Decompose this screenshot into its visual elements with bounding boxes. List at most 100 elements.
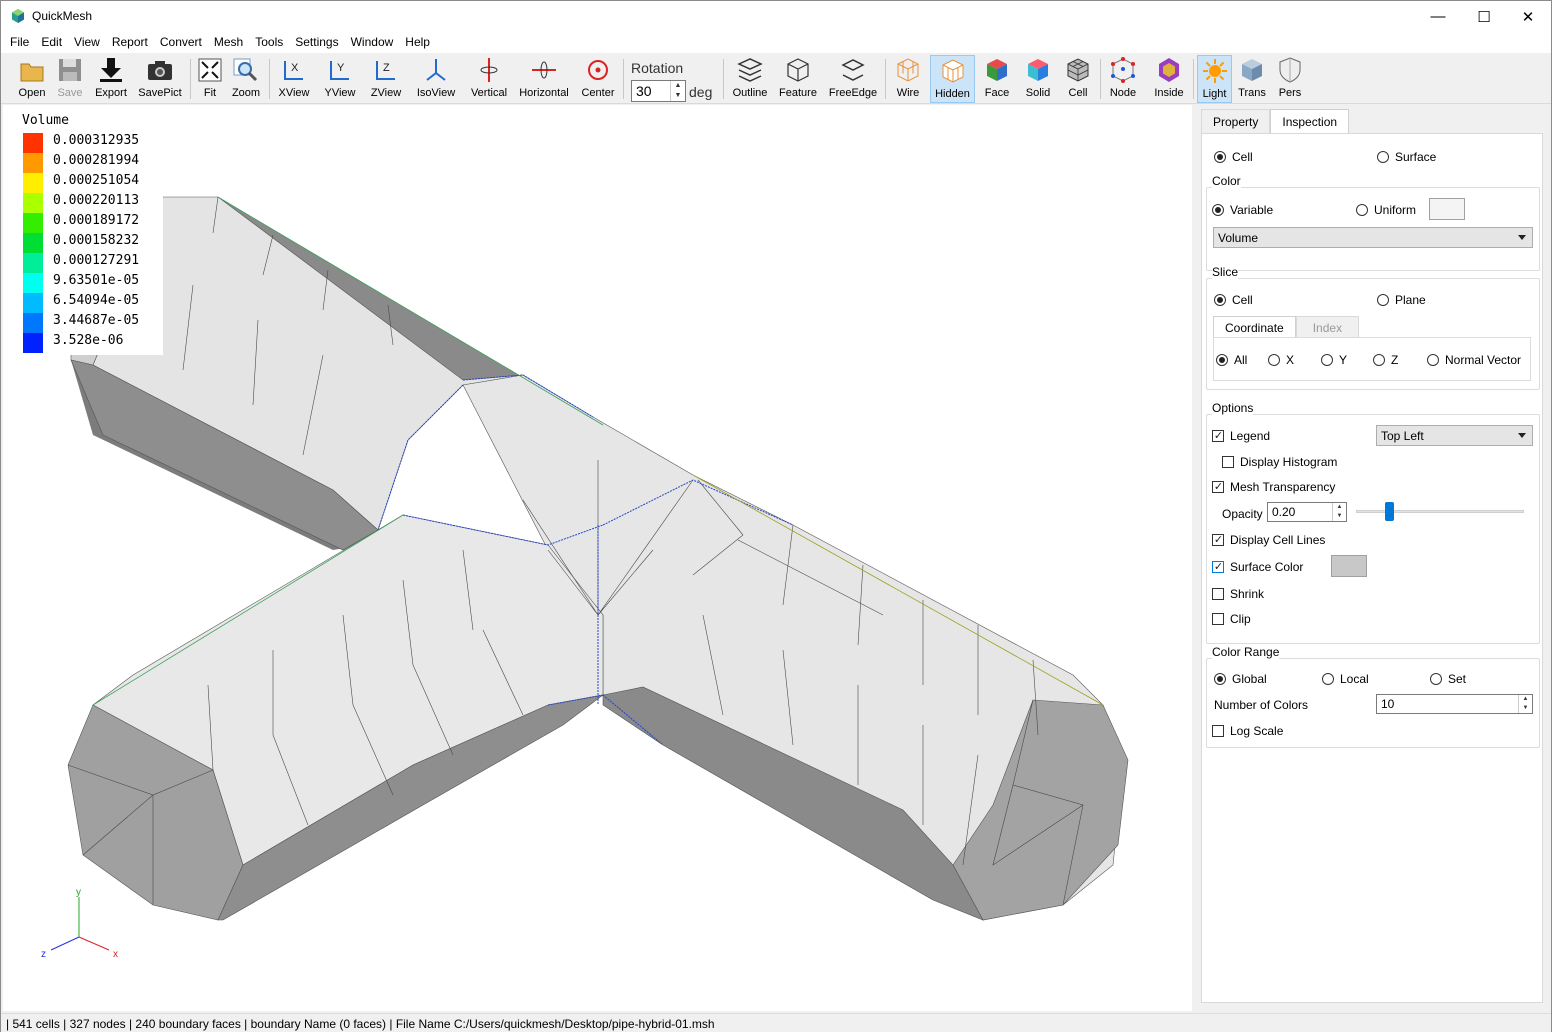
zoom-button[interactable]: Zoom [230,55,262,103]
zview-button[interactable]: Z ZView [368,55,404,103]
tab-coordinate[interactable]: Coordinate [1213,316,1296,338]
yview-button[interactable]: Y YView [322,55,358,103]
wire-button[interactable]: Wire [891,55,925,103]
color-uniform-radio[interactable]: Uniform [1356,203,1416,217]
tab-property[interactable]: Property [1201,109,1271,133]
legend-swatch [23,153,43,173]
variable-select[interactable]: Volume [1213,227,1533,248]
slice-plane-radio[interactable]: Plane [1377,293,1426,307]
menu-report[interactable]: Report [106,32,154,53]
menu-file[interactable]: File [4,32,35,53]
face-button[interactable]: Face [980,55,1014,103]
inside-hex-icon [1159,58,1179,82]
range-local-radio[interactable]: Local [1322,672,1369,686]
slice-cell-radio[interactable]: Cell [1214,293,1253,307]
range-global-radio[interactable]: Global [1214,672,1267,686]
uniform-color-swatch[interactable] [1429,198,1465,220]
mesh-viewport[interactable]: Volume 0.000312935 0.000281994 0.000251054… [3,105,1192,1011]
shrink-checkbox[interactable]: Shrink [1212,587,1264,601]
trans-button[interactable]: Trans [1235,55,1269,103]
hidden-button[interactable]: Hidden [930,55,975,103]
legend-swatch [23,133,43,153]
tab-index[interactable]: Index [1295,316,1360,338]
toolbar: Open Save Export SavePict Fit Zoom X XVi… [1,53,1551,104]
legend-position-select[interactable]: Top Left [1376,425,1533,446]
fit-button[interactable]: Fit [195,55,225,103]
target-icon [588,60,608,80]
display-cell-radio[interactable]: Cell [1214,150,1253,164]
freeedge-button[interactable]: FreeEdge [827,55,879,103]
xview-button[interactable]: X XView [276,55,312,103]
legend-swatch [23,193,43,213]
menu-edit[interactable]: Edit [35,32,68,53]
color-group-title: Color [1212,174,1241,188]
coord-z-radio[interactable]: Z [1373,353,1398,367]
range-set-radio[interactable]: Set [1430,672,1466,686]
legend-checkbox[interactable]: Legend [1212,429,1270,443]
menu-view[interactable]: View [68,32,106,53]
opacity-slider-track[interactable] [1356,510,1524,513]
minimize-button[interactable]: — [1415,1,1461,32]
menu-help[interactable]: Help [399,32,436,53]
transparent-cube-icon [1242,59,1262,81]
close-button[interactable]: ✕ [1505,1,1551,32]
display-surface-radio[interactable]: Surface [1377,150,1436,164]
face-cube-icon [987,59,1007,81]
rotation-stepper[interactable]: ▲ ▼ [670,81,685,101]
feature-button[interactable]: Feature [777,55,819,103]
savepict-button[interactable]: SavePict [137,55,183,103]
isoview-button[interactable]: IsoView [414,55,458,103]
axis-y-label: y [76,887,81,898]
node-dots-icon [1111,57,1135,83]
pers-button[interactable]: Pers [1273,55,1307,103]
inside-button[interactable]: Inside [1149,55,1189,103]
coord-y-radio[interactable]: Y [1321,353,1347,367]
legend-swatch [23,333,43,353]
outline-button[interactable]: Outline [731,55,769,103]
coord-normal-vector-radio[interactable]: Normal Vector [1427,353,1521,367]
menu-mesh[interactable]: Mesh [208,32,249,53]
toolbar-separator [623,59,624,99]
surface-color-checkbox[interactable]: Surface Color [1212,560,1303,574]
maximize-button[interactable]: ☐ [1461,1,1507,32]
legend-swatch [23,233,43,253]
opacity-stepper[interactable]: 0.20 ▲ ▼ [1267,502,1347,522]
toolbar-separator [885,59,886,99]
coord-x-radio[interactable]: X [1268,353,1294,367]
coord-all-radio[interactable]: All [1216,353,1247,367]
toolbar-separator [723,59,724,99]
horizontal-rotate-button[interactable]: Horizontal [517,55,571,103]
light-button[interactable]: Light [1197,55,1232,103]
solid-button[interactable]: Solid [1021,55,1055,103]
log-scale-checkbox[interactable]: Log Scale [1212,724,1283,738]
slice-subtabs: Coordinate Index [1213,316,1360,338]
number-of-colors-stepper[interactable]: 10 ▲ ▼ [1376,694,1533,714]
menu-settings[interactable]: Settings [289,32,344,53]
display-histogram-checkbox[interactable]: Display Histogram [1222,455,1337,469]
surface-color-swatch[interactable] [1331,555,1367,577]
node-button[interactable]: Node [1106,55,1140,103]
vertical-rotate-icon [480,58,498,82]
legend-swatch [23,313,43,333]
open-button[interactable]: Open [15,55,49,103]
menu-convert[interactable]: Convert [154,32,208,53]
center-button[interactable]: Center [579,55,617,103]
vertical-rotate-button[interactable]: Vertical [468,55,510,103]
axis-x-label: x [113,949,118,960]
display-cell-lines-checkbox[interactable]: Display Cell Lines [1212,533,1325,547]
x-axis-view-icon: X [284,61,303,80]
cell-button[interactable]: Cell [1061,55,1095,103]
export-button[interactable]: Export [93,55,129,103]
legend-value-label: 0.000158232 [53,233,140,248]
tab-inspection[interactable]: Inspection [1270,109,1350,134]
opacity-slider-handle[interactable] [1385,502,1394,521]
legend-value-label: 6.54094e-05 [53,293,140,308]
menu-tools[interactable]: Tools [249,32,289,53]
menu-window[interactable]: Window [345,32,400,53]
axis-z-label: z [41,949,46,960]
mesh-transparency-checkbox[interactable]: Mesh Transparency [1212,480,1335,494]
save-button[interactable]: Save [53,55,87,103]
clip-checkbox[interactable]: Clip [1212,612,1251,626]
pipe-mesh-render [67,196,1129,921]
color-variable-radio[interactable]: Variable [1212,203,1273,217]
